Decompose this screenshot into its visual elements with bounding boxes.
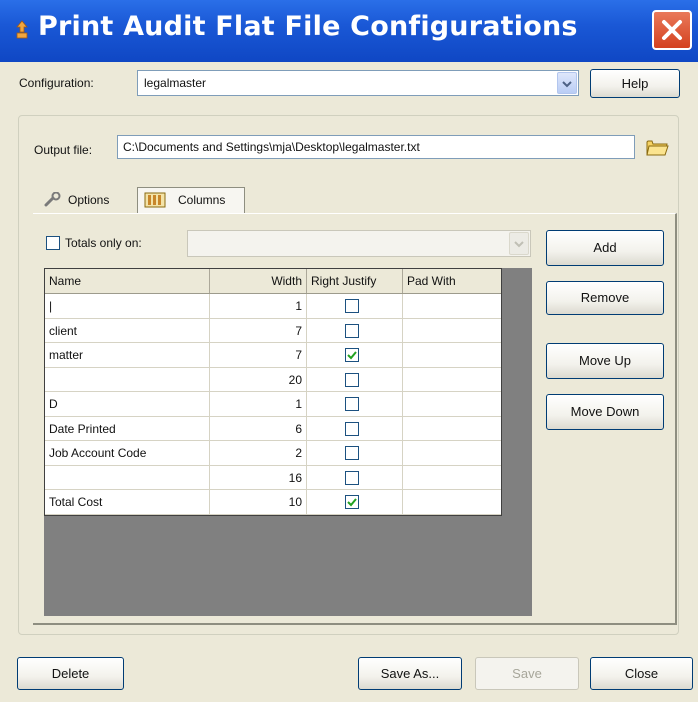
cell-name[interactable] <box>45 465 210 489</box>
header-name[interactable]: Name <box>45 269 210 293</box>
cell-width[interactable]: 7 <box>210 343 307 367</box>
cell-width[interactable]: 10 <box>210 490 307 514</box>
cell-width[interactable]: 16 <box>210 465 307 489</box>
cell-width[interactable]: 20 <box>210 367 307 391</box>
window-title: Print Audit Flat File Configurations <box>38 11 578 42</box>
right-justify-checkbox[interactable] <box>345 348 359 362</box>
cell-right-justify <box>307 441 403 465</box>
cell-name[interactable] <box>45 367 210 391</box>
grid-header: Name Width Right Justify Pad With <box>45 269 501 294</box>
cell-right-justify <box>307 416 403 440</box>
cell-right-justify <box>307 343 403 367</box>
grid-body: | 1 client 7 matter 7 20 D 1 Date Printed 6 Job Acc… <box>45 294 501 515</box>
tab-columns[interactable]: Columns <box>137 187 245 213</box>
output-file-field[interactable]: C:\Documents and Settings\mja\Desktop\le… <box>117 135 635 159</box>
chevron-down-icon <box>514 241 524 248</box>
cell-right-justify <box>307 465 403 489</box>
configuration-label: Configuration: <box>19 76 94 90</box>
checkmark-icon <box>347 498 357 507</box>
cell-pad-with[interactable] <box>403 294 501 318</box>
cell-width[interactable]: 2 <box>210 441 307 465</box>
table-row[interactable]: 16 <box>45 465 501 490</box>
delete-button[interactable]: Delete <box>17 657 124 690</box>
cell-name[interactable]: Date Printed <box>45 416 210 440</box>
right-justify-checkbox[interactable] <box>345 323 359 338</box>
header-pad-with[interactable]: Pad With <box>403 269 501 293</box>
table-row[interactable]: Total Cost 10 <box>45 490 501 515</box>
cell-pad-with[interactable] <box>403 417 501 441</box>
totals-only-select[interactable] <box>187 230 531 257</box>
remove-button[interactable]: Remove <box>546 281 664 315</box>
right-justify-checkbox[interactable] <box>345 495 359 509</box>
cell-width[interactable]: 1 <box>210 392 307 416</box>
cell-name[interactable]: client <box>45 318 210 342</box>
table-row[interactable]: | 1 <box>45 294 501 319</box>
cell-right-justify <box>307 294 403 318</box>
cell-pad-with[interactable] <box>403 368 501 392</box>
cell-name[interactable]: D <box>45 392 210 416</box>
table-row[interactable]: client 7 <box>45 318 501 343</box>
output-file-label: Output file: <box>34 143 93 157</box>
cell-right-justify <box>307 490 403 514</box>
tab-columns-label: Columns <box>178 193 226 207</box>
close-icon <box>662 20 682 40</box>
header-width[interactable]: Width <box>210 269 307 293</box>
table-row[interactable]: D1 <box>45 392 501 417</box>
cell-right-justify <box>307 367 403 391</box>
add-button[interactable]: Add <box>546 230 664 266</box>
cell-pad-with[interactable] <box>403 392 501 416</box>
configuration-select[interactable]: legalmaster <box>137 70 579 96</box>
cell-name[interactable]: Job Account Code <box>45 441 210 465</box>
cell-name[interactable]: matter <box>45 343 210 367</box>
checkmark-icon <box>347 351 357 360</box>
right-justify-checkbox[interactable] <box>345 299 359 313</box>
close-button[interactable]: Close <box>590 657 693 690</box>
configuration-dropdown-button[interactable] <box>557 72 577 94</box>
right-justify-checkbox[interactable] <box>345 397 359 411</box>
cell-name[interactable]: | <box>45 294 210 318</box>
dialog-window: Print Audit Flat File Configurations Con… <box>0 0 698 702</box>
columns-grid-area: Name Width Right Justify Pad With | 1 clie… <box>44 268 532 616</box>
right-justify-checkbox[interactable] <box>345 470 359 485</box>
cell-pad-with[interactable] <box>403 319 501 343</box>
totals-dropdown-button[interactable] <box>509 232 529 255</box>
cell-width[interactable]: 1 <box>210 294 307 318</box>
cell-pad-with[interactable] <box>403 466 501 490</box>
table-row[interactable]: 20 <box>45 367 501 392</box>
help-button[interactable]: Help <box>590 69 680 98</box>
folder-icon <box>646 140 669 156</box>
table-row[interactable]: Job Account Code 2 <box>45 441 501 466</box>
cell-width[interactable]: 6 <box>210 416 307 440</box>
cell-pad-with[interactable] <box>403 343 501 367</box>
right-justify-checkbox[interactable] <box>345 421 359 436</box>
totals-only-label: Totals only on: <box>65 236 142 250</box>
columns-grid[interactable]: Name Width Right Justify Pad With | 1 clie… <box>44 268 502 516</box>
wrench-icon <box>44 192 61 207</box>
table-row[interactable]: Date Printed 6 <box>45 416 501 441</box>
tab-options-label: Options <box>68 193 110 207</box>
close-window-button[interactable] <box>652 10 692 50</box>
save-button[interactable]: Save <box>475 657 579 690</box>
header-right-justify[interactable]: Right Justify <box>307 269 403 293</box>
cell-pad-with[interactable] <box>403 490 501 514</box>
cell-right-justify <box>307 392 403 416</box>
cell-name[interactable]: Total Cost <box>45 490 210 514</box>
app-icon <box>16 20 28 39</box>
configuration-value: legalmaster <box>144 76 207 90</box>
browse-folder-button[interactable] <box>645 136 669 158</box>
right-justify-checkbox[interactable] <box>345 372 359 387</box>
cell-right-justify <box>307 318 403 342</box>
output-file-path: C:\Documents and Settings\mja\Desktop\le… <box>123 140 420 154</box>
cell-pad-with[interactable] <box>403 441 501 465</box>
move-up-button[interactable]: Move Up <box>546 343 664 379</box>
table-row[interactable]: matter 7 <box>45 343 501 368</box>
save-as-button[interactable]: Save As... <box>358 657 462 690</box>
totals-only-checkbox[interactable] <box>46 236 60 250</box>
chevron-down-icon <box>562 81 572 88</box>
columns-icon <box>144 192 166 208</box>
cell-width[interactable]: 7 <box>210 318 307 342</box>
move-down-button[interactable]: Move Down <box>546 394 664 430</box>
right-justify-checkbox[interactable] <box>345 446 359 460</box>
title-bar[interactable]: Print Audit Flat File Configurations <box>0 0 698 62</box>
